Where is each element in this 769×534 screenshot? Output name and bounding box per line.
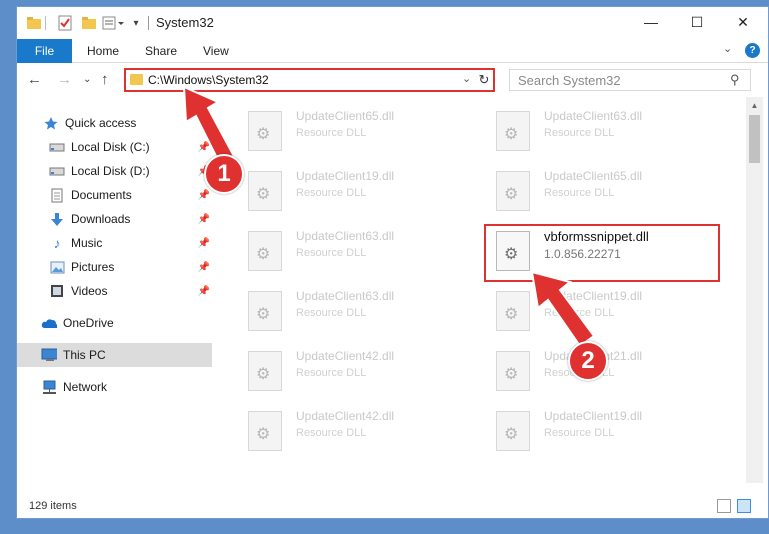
- step-1-badge: 1: [204, 154, 244, 194]
- step-2-badge: 2: [568, 341, 608, 381]
- annotation-arrow-2: [530, 270, 596, 348]
